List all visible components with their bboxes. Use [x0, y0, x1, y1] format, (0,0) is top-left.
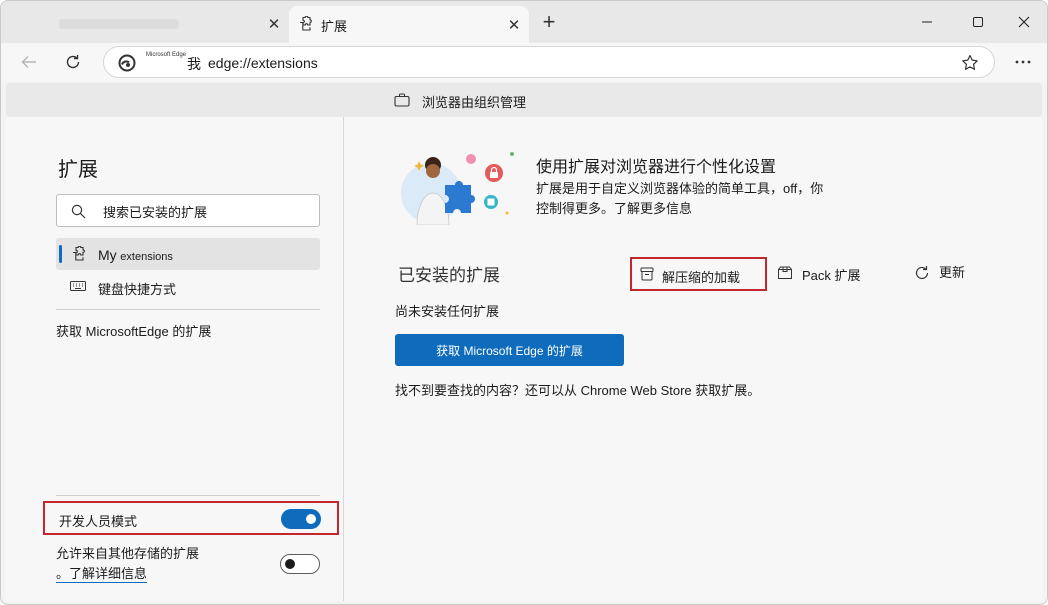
search-input[interactable]: 搜索已安装的扩展 — [56, 194, 320, 227]
site-identity: 我 — [187, 56, 201, 72]
no-extensions-text: 尚未安装任何扩展 — [395, 304, 500, 319]
sidebar-item-label: My extensions — [98, 247, 173, 263]
allow-other-stores-toggle[interactable] — [280, 554, 320, 574]
refresh-icon — [915, 266, 929, 280]
briefcase-icon — [394, 93, 410, 107]
browser-toolbar: Microsoft Edge 我 edge://extensions — [1, 43, 1047, 81]
edge-logo-icon — [118, 54, 136, 72]
sidebar-item-my-extensions[interactable]: My extensions — [56, 238, 320, 270]
help-text: 找不到要查找的内容？还可以从 Chrome Web Store 获取扩展。 — [395, 383, 761, 398]
tab-inactive[interactable]: ✕ — [7, 7, 289, 41]
extensions-page: 扩展 搜索已安装的扩展 My extensions 键盘快捷方式 获取 Micr… — [6, 117, 1042, 601]
tab-strip: ✕ 扩展 ✕ + — [1, 1, 1047, 43]
update-label: 更新 — [939, 265, 966, 280]
site-identity-small: Microsoft Edge — [146, 52, 187, 58]
sidebar: 扩展 搜索已安装的扩展 My extensions 键盘快捷方式 获取 Micr… — [6, 117, 344, 601]
sidebar-item-label: 键盘快捷方式 — [98, 282, 177, 297]
toggle-knob — [285, 559, 295, 569]
tab-close-icon[interactable]: ✕ — [263, 13, 285, 35]
active-indicator — [59, 245, 62, 263]
extensions-hero-illustration — [401, 152, 514, 225]
hero-title: 使用扩展对浏览器进行个性化设置 — [536, 159, 777, 176]
managed-by-org-bar[interactable]: 浏览器由组织管理 — [6, 83, 1042, 117]
url-text[interactable]: edge://extensions — [208, 55, 318, 71]
close-window-button[interactable] — [1004, 9, 1044, 35]
minimize-button[interactable] — [907, 9, 947, 35]
tab-title: 扩展 — [321, 19, 348, 34]
tab-close-icon[interactable]: ✕ — [503, 14, 525, 36]
back-arrow-icon — [21, 56, 36, 68]
refresh-button[interactable] — [59, 48, 87, 76]
tab-extensions[interactable]: 扩展 ✕ — [289, 6, 529, 43]
toggle-knob — [306, 514, 316, 524]
sidebar-item-label-sub: extensions — [120, 251, 173, 263]
maximize-button[interactable] — [958, 9, 998, 35]
new-tab-button[interactable]: + — [537, 11, 561, 35]
more-options-button[interactable] — [1009, 48, 1037, 76]
update-button[interactable]: 更新 — [914, 264, 974, 284]
refresh-icon — [66, 55, 80, 69]
tab-title-blurred — [59, 19, 179, 29]
minimize-icon — [922, 21, 932, 23]
developer-mode-toggle[interactable] — [281, 509, 321, 529]
pack-extension-button[interactable]: Pack 扩展 — [777, 264, 867, 284]
main-panel: 使用扩展对浏览器进行个性化设置 扩展是用于自定义浏览器体验的简单工具，off，你… — [345, 117, 1042, 601]
search-icon — [71, 204, 86, 219]
back-button[interactable] — [15, 48, 43, 76]
sidebar-divider — [56, 309, 320, 310]
installed-extensions-heading: 已安装的扩展 — [398, 266, 500, 285]
learn-more-link[interactable]: 。了解详细信息 — [56, 566, 148, 583]
more-dots-icon — [1015, 60, 1031, 64]
package-icon — [778, 266, 792, 279]
developer-mode-label: 开发人员模式 — [59, 514, 138, 529]
sidebar-title: 扩展 — [58, 159, 98, 181]
sidebar-divider — [56, 495, 320, 496]
developer-mode-row: 开发人员模式 — [43, 501, 339, 535]
browser-window: ✕ 扩展 ✕ + Microsoft Edge 我 edge://extensi… — [0, 0, 1048, 605]
sidebar-item-label-main: My — [98, 247, 117, 263]
keyboard-icon — [70, 281, 86, 291]
get-extensions-button[interactable]: 获取 Microsoft Edge 的扩展 — [395, 334, 624, 366]
maximize-icon — [973, 17, 983, 27]
get-extensions-link[interactable]: 获取 MicrosoftEdge 的扩展 — [56, 321, 211, 340]
sidebar-item-keyboard-shortcuts[interactable]: 键盘快捷方式 — [56, 270, 320, 302]
search-placeholder: 搜索已安装的扩展 — [103, 205, 208, 220]
load-unpacked-label: 解压缩的加载 — [662, 270, 741, 285]
favorite-star-icon[interactable] — [960, 53, 980, 73]
address-bar[interactable]: Microsoft Edge 我 edge://extensions — [103, 46, 995, 78]
pack-extension-label: Pack 扩展 — [802, 268, 861, 283]
load-unpacked-button[interactable]: 解压缩的加载 — [630, 257, 767, 291]
archive-box-icon — [640, 267, 654, 281]
managed-text: 浏览器由组织管理 — [422, 95, 527, 110]
close-icon — [1018, 16, 1030, 28]
puzzle-icon — [300, 16, 312, 31]
puzzle-icon — [73, 246, 85, 261]
hero-description: 扩展是用于自定义浏览器体验的简单工具，off，你控制得更多。了解更多信息 — [536, 181, 824, 216]
allow-other-stores-text: 允许来自其他存储的扩展 。了解详细信息 — [56, 544, 236, 584]
allow-other-stores-label: 允许来自其他存储的扩展 — [56, 546, 200, 561]
